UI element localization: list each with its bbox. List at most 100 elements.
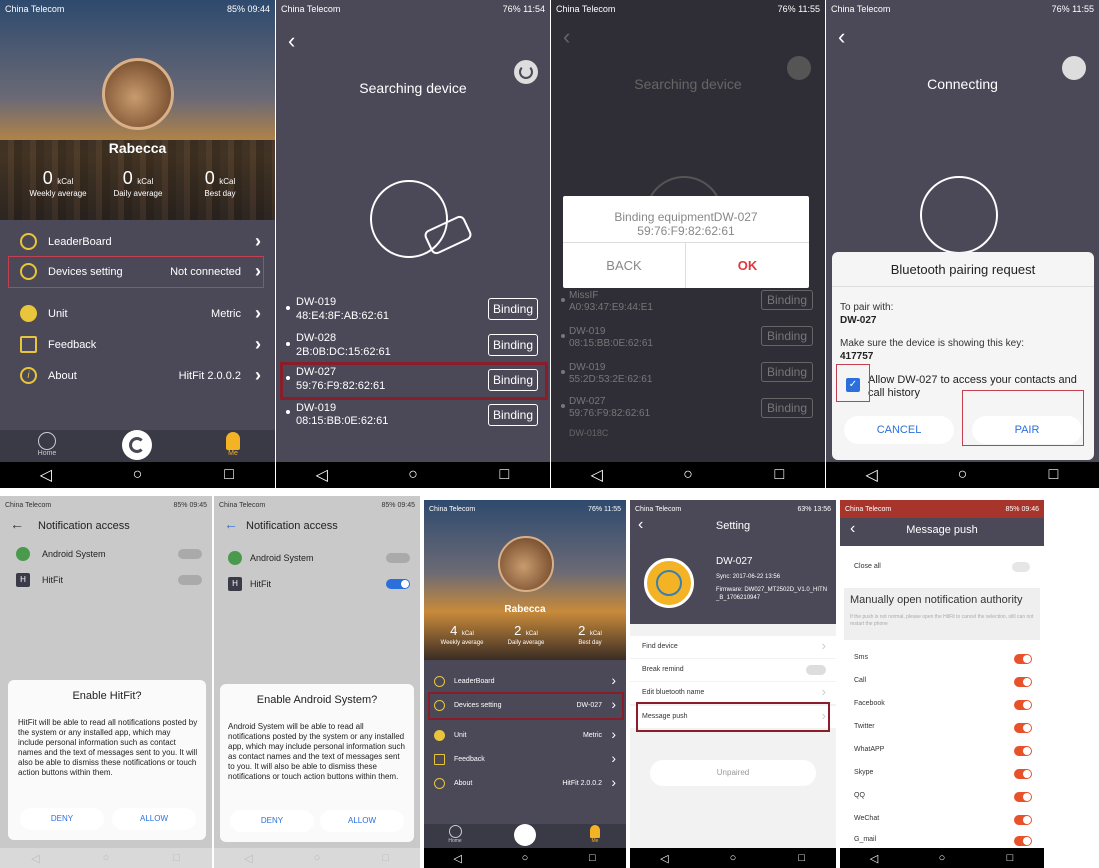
menu-unit[interactable]: Unit Metric ›: [424, 726, 626, 746]
toggle-twitter[interactable]: [1014, 723, 1032, 733]
tab-me[interactable]: Me: [218, 432, 248, 457]
menu-leaderboard[interactable]: LeaderBoard ›: [0, 228, 275, 256]
nav-recents-icon[interactable]: □: [162, 852, 192, 864]
toggle-android-system[interactable]: [178, 549, 202, 559]
nav-back-icon[interactable]: ◁: [443, 852, 473, 865]
menu-unit[interactable]: Unit Metric ›: [0, 300, 275, 328]
nav-recents-icon[interactable]: □: [787, 852, 817, 864]
app-row-qq[interactable]: QQ: [840, 786, 1044, 808]
toggle-close-all[interactable]: [1012, 562, 1030, 572]
back-arrow-icon[interactable]: ←: [224, 516, 238, 532]
toggle-skype[interactable]: [1014, 769, 1032, 779]
allow-button[interactable]: ALLOW: [320, 810, 404, 832]
row-break-remind[interactable]: Break remind: [630, 659, 836, 681]
toggle-whatapp[interactable]: [1014, 746, 1032, 756]
device-row[interactable]: MissIF A0:93:47:E9:44:E1 Binding: [551, 290, 825, 322]
toggle-gmail[interactable]: [1014, 836, 1032, 846]
toggle-wechat[interactable]: [1014, 815, 1032, 825]
nav-recents-icon[interactable]: □: [577, 852, 607, 864]
toggle-android-system[interactable]: [386, 553, 410, 563]
menu-about[interactable]: About HitFit 2.0.0.2 ›: [424, 774, 626, 794]
deny-button[interactable]: DENY: [230, 810, 314, 832]
nav-back-icon[interactable]: ◁: [307, 465, 337, 485]
allow-button[interactable]: ALLOW: [112, 808, 196, 830]
nav-home-icon[interactable]: ○: [927, 852, 957, 864]
nav-home-icon[interactable]: ○: [673, 466, 703, 484]
toggle-facebook[interactable]: [1014, 700, 1032, 710]
ok-button[interactable]: OK: [686, 243, 809, 288]
nav-home-icon[interactable]: ○: [302, 852, 332, 864]
toggle-hitfit[interactable]: [178, 575, 202, 585]
tab-home[interactable]: Home: [444, 825, 466, 844]
nav-back-icon[interactable]: ◁: [582, 465, 612, 485]
menu-feedback[interactable]: Feedback ›: [424, 750, 626, 770]
app-row-gmail[interactable]: G_mail: [840, 832, 1044, 848]
nav-recents-icon[interactable]: □: [764, 466, 794, 484]
binding-button[interactable]: Binding: [761, 398, 813, 418]
toggle-break-remind[interactable]: [806, 665, 826, 675]
nav-back-icon[interactable]: ◁: [857, 465, 887, 485]
device-row[interactable]: DW-027 59:76:F9:82:62:61 Binding: [551, 396, 825, 428]
tab-home[interactable]: Home: [32, 432, 62, 457]
menu-leaderboard[interactable]: LeaderBoard ›: [424, 672, 626, 692]
row-edit-bluetooth-name[interactable]: Edit bluetooth name ›: [630, 682, 836, 704]
back-arrow-icon[interactable]: ←: [10, 516, 24, 532]
back-button[interactable]: BACK: [563, 243, 686, 288]
nav-back-icon[interactable]: ◁: [31, 465, 61, 485]
nav-recents-icon[interactable]: □: [371, 852, 401, 864]
menu-about[interactable]: i About HitFit 2.0.0.2 ›: [0, 362, 275, 390]
avatar[interactable]: [498, 536, 554, 592]
app-row-wechat[interactable]: WeChat: [840, 809, 1044, 831]
device-row[interactable]: DW-028 2B:0B:DC:15:62:61 Binding: [276, 330, 550, 364]
nav-back-icon[interactable]: ◁: [233, 852, 263, 865]
app-row-whatapp[interactable]: WhatAPP: [840, 740, 1044, 762]
nav-home-icon[interactable]: ○: [948, 466, 978, 484]
sync-button[interactable]: [122, 430, 152, 460]
binding-button[interactable]: Binding: [761, 326, 813, 346]
nav-home-icon[interactable]: ○: [398, 466, 428, 484]
deny-button[interactable]: DENY: [20, 808, 104, 830]
binding-button[interactable]: Binding: [488, 298, 538, 320]
nav-recents-icon[interactable]: □: [1039, 466, 1069, 484]
app-row-hitfit[interactable]: H HitFit: [214, 574, 420, 596]
binding-button[interactable]: Binding: [488, 404, 538, 426]
app-row-hitfit[interactable]: H HitFit: [0, 570, 212, 592]
app-row-facebook[interactable]: Facebook: [840, 694, 1044, 716]
device-row[interactable]: DW-019 08:15:BB:0E:62:61 Binding: [551, 326, 825, 358]
back-arrow-icon[interactable]: ‹: [838, 24, 845, 50]
app-row-sms[interactable]: Sms: [840, 648, 1044, 670]
row-close-all[interactable]: Close all: [840, 556, 1044, 578]
toggle-sms[interactable]: [1014, 654, 1032, 664]
nav-home-icon[interactable]: ○: [91, 852, 121, 864]
device-row[interactable]: DW-018C: [551, 428, 825, 442]
nav-back-icon[interactable]: ◁: [649, 852, 679, 865]
nav-recents-icon[interactable]: □: [489, 466, 519, 484]
back-arrow-icon[interactable]: ‹: [563, 24, 570, 50]
avatar[interactable]: [102, 58, 174, 130]
nav-home-icon[interactable]: ○: [510, 852, 540, 864]
nav-back-icon[interactable]: ◁: [20, 852, 50, 865]
binding-button[interactable]: Binding: [761, 362, 813, 382]
row-find-device[interactable]: Find device ›: [630, 636, 836, 658]
nav-recents-icon[interactable]: □: [214, 466, 244, 484]
tab-me[interactable]: Me: [584, 825, 606, 844]
app-row-twitter[interactable]: Twitter: [840, 717, 1044, 739]
nav-home-icon[interactable]: ○: [718, 852, 748, 864]
app-row-android-system[interactable]: Android System: [214, 548, 420, 570]
back-arrow-icon[interactable]: ‹: [288, 28, 295, 54]
device-row[interactable]: DW-019 08:15:BB:0E:62:61 Binding: [276, 402, 550, 436]
nav-back-icon[interactable]: ◁: [859, 852, 889, 865]
app-row-call[interactable]: Call: [840, 671, 1044, 693]
device-row[interactable]: DW-019 48:E4:8F:AB:62:61 Binding: [276, 294, 550, 328]
toggle-call[interactable]: [1014, 677, 1032, 687]
cancel-button[interactable]: CANCEL: [844, 416, 954, 444]
nav-home-icon[interactable]: ○: [122, 466, 152, 484]
app-row-android-system[interactable]: Android System: [0, 544, 212, 566]
toggle-hitfit[interactable]: [386, 579, 410, 589]
binding-button[interactable]: Binding: [761, 290, 813, 310]
device-row[interactable]: DW-019 55:2D:53:2E:62:61 Binding: [551, 362, 825, 394]
toggle-qq[interactable]: [1014, 792, 1032, 802]
app-row-skype[interactable]: Skype: [840, 763, 1044, 785]
nav-recents-icon[interactable]: □: [995, 852, 1025, 864]
unpaired-button[interactable]: Unpaired: [650, 760, 816, 786]
